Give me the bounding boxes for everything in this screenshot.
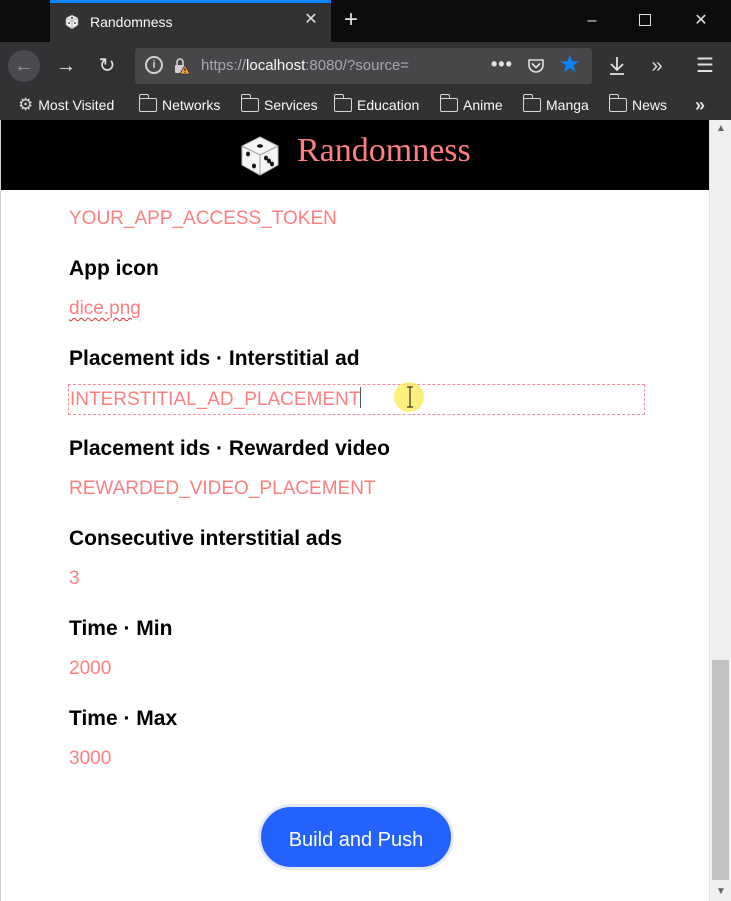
bookmark-most-visited[interactable]: ⚙ Most Visited [18, 95, 114, 115]
bookmark-label: Most Visited [38, 97, 115, 113]
maximize-button[interactable] [622, 0, 668, 42]
site-title: Randomness [297, 132, 471, 169]
rewarded-placement-value[interactable]: REWARDED_VIDEO_PLACEMENT [69, 478, 376, 500]
folder-icon [240, 94, 259, 112]
hamburger-menu-icon: ☰ [696, 55, 714, 77]
bookmark-label: Anime [463, 97, 503, 113]
close-window-button[interactable]: ✕ [678, 0, 724, 42]
chevron-double-right-icon: » [651, 55, 663, 77]
tab-randomness[interactable]: Randomness ✕ [50, 0, 331, 42]
url-path: :8080/?source= [305, 57, 410, 74]
forward-button[interactable]: → [50, 50, 82, 82]
site-header: Randomness [1, 120, 709, 190]
maximize-icon [639, 14, 651, 26]
bookmark-label: Manga [546, 97, 589, 113]
address-bar[interactable]: i https://localhost:8080/?source= ••• ★ [135, 48, 592, 84]
text-caret [360, 387, 362, 408]
info-icon[interactable]: i [145, 56, 163, 74]
folder-icon [608, 94, 627, 112]
arrow-left-icon: ← [14, 55, 34, 77]
navigation-toolbar: ← → ↻ i https://localhost:8080/?source= … [0, 42, 731, 90]
page-actions-button[interactable]: ••• [491, 54, 513, 75]
menu-button[interactable]: ☰ [689, 50, 721, 82]
folder-icon [333, 94, 352, 112]
minimize-button[interactable]: – [569, 0, 615, 42]
more-tools-button[interactable]: » [641, 50, 673, 82]
build-and-push-button[interactable]: Build and Push [258, 804, 454, 870]
scroll-down-arrow-icon[interactable]: ▼ [710, 883, 731, 901]
gear-icon: ⚙ [18, 95, 34, 114]
browser-titlebar: Randomness ✕ + – ✕ [0, 0, 731, 42]
page-viewport: Randomness YOUR_APP_ACCESS_TOKEN App ico… [0, 120, 709, 901]
arrow-right-icon: → [56, 55, 76, 77]
scroll-up-arrow-icon[interactable]: ▲ [710, 120, 731, 138]
new-tab-button[interactable]: + [338, 8, 364, 34]
url-host: localhost [246, 57, 306, 74]
consecutive-ads-label: Consecutive interstitial ads [69, 527, 343, 550]
time-max-label: Time · Max [69, 707, 178, 730]
bookmark-folder-education[interactable]: Education [333, 94, 420, 115]
reload-icon: ↻ [98, 55, 116, 77]
bookmarks-overflow-button[interactable]: » [695, 95, 705, 116]
scrollbar-thumb[interactable] [712, 660, 729, 880]
downloads-button[interactable] [601, 50, 633, 82]
dice-icon [65, 14, 79, 30]
app-icon-label: App icon [69, 257, 159, 280]
tab-title: Randomness [90, 14, 173, 30]
app-icon-value[interactable]: dice.png [69, 298, 141, 320]
rewarded-placement-label: Placement ids · Rewarded video [69, 437, 390, 460]
page-scrollbar[interactable]: ▲ ▼ [709, 120, 731, 901]
insecure-lock-icon[interactable] [173, 57, 191, 75]
bookmark-label: Networks [162, 97, 221, 113]
folder-icon [138, 94, 157, 112]
bookmark-folder-news[interactable]: News [608, 94, 668, 115]
download-icon [610, 57, 624, 75]
interstitial-placement-label: Placement ids · Interstitial ad [69, 347, 360, 370]
time-min-label: Time · Min [69, 617, 173, 640]
dice-icon [241, 136, 279, 176]
interstitial-placement-value: INTERSTITIAL_AD_PLACEMENT [70, 389, 361, 410]
bookmark-folder-networks[interactable]: Networks [138, 94, 221, 115]
bookmark-folder-manga[interactable]: Manga [522, 94, 589, 115]
bookmark-label: Services [264, 97, 318, 113]
time-min-value[interactable]: 2000 [69, 658, 111, 680]
folder-icon [439, 94, 458, 112]
url-text[interactable]: https://localhost:8080/?source= [201, 57, 446, 74]
bookmark-label: News [632, 97, 668, 113]
tab-close-icon[interactable]: ✕ [301, 10, 321, 30]
bookmark-folder-services[interactable]: Services [240, 94, 318, 115]
reload-button[interactable]: ↻ [91, 50, 123, 82]
text-cursor-icon [407, 386, 413, 408]
pocket-icon[interactable] [527, 57, 545, 75]
folder-icon [522, 94, 541, 112]
url-scheme: https:// [201, 57, 247, 74]
bookmark-folder-anime[interactable]: Anime [439, 94, 503, 115]
bookmark-label: Education [357, 97, 420, 113]
time-max-value[interactable]: 3000 [69, 748, 111, 770]
back-button[interactable]: ← [8, 50, 40, 82]
bookmark-star-icon[interactable]: ★ [559, 52, 581, 78]
consecutive-ads-value[interactable]: 3 [69, 568, 80, 590]
access-token-value[interactable]: YOUR_APP_ACCESS_TOKEN [69, 208, 337, 230]
interstitial-placement-input[interactable]: INTERSTITIAL_AD_PLACEMENT [68, 384, 645, 415]
bookmarks-toolbar: ⚙ Most Visited Networks Services Educati… [0, 90, 731, 120]
